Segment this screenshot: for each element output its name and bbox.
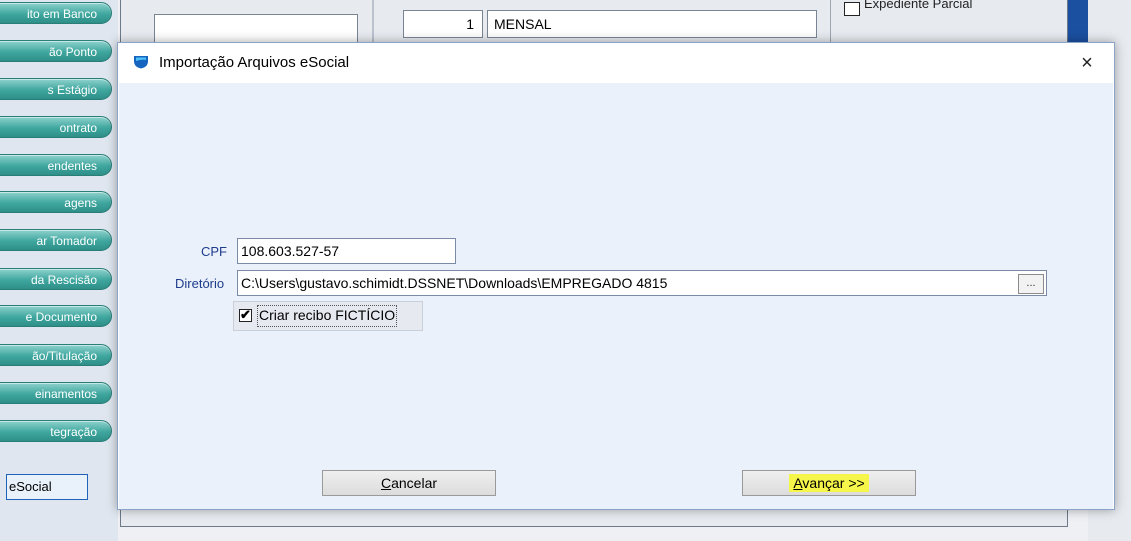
next-label: vançar >> bbox=[802, 475, 865, 491]
cancel-accelerator: C bbox=[380, 475, 392, 491]
cancel-button[interactable]: Cancelar bbox=[322, 470, 496, 496]
checkmark-icon: ✔ bbox=[240, 307, 251, 322]
fake-receipt-label[interactable]: Criar recibo FICTÍCIO bbox=[257, 305, 398, 327]
browse-button[interactable]: ... bbox=[1018, 274, 1044, 294]
sidebar-item[interactable]: ão/Titulação bbox=[0, 344, 112, 366]
background-field[interactable] bbox=[154, 14, 358, 44]
sidebar-item[interactable]: endentes bbox=[0, 154, 112, 176]
sidebar-item[interactable]: ão Ponto bbox=[0, 40, 112, 62]
background-divider bbox=[372, 0, 374, 45]
sidebar-item[interactable]: ontrato bbox=[0, 116, 112, 138]
next-highlight: Avançar >> bbox=[789, 474, 869, 492]
sidebar-item[interactable]: agens bbox=[0, 191, 112, 213]
dialog-titlebar[interactable]: Importação Arquivos eSocial × bbox=[118, 43, 1114, 83]
sidebar-item[interactable]: da Rescisão bbox=[0, 268, 112, 290]
sidebar-item[interactable]: tegração bbox=[0, 420, 112, 442]
sidebar-item-esocial[interactable]: eSocial bbox=[6, 474, 88, 500]
close-button[interactable]: × bbox=[1064, 45, 1110, 81]
background-number-field[interactable]: 1 bbox=[403, 10, 483, 38]
fake-receipt-checkbox-group[interactable]: ✔ Criar recibo FICTÍCIO bbox=[233, 301, 423, 331]
cpf-input[interactable]: 108.603.527-57 bbox=[237, 238, 456, 264]
directory-label: Diretório bbox=[175, 276, 225, 291]
fake-receipt-checkbox[interactable]: ✔ bbox=[239, 307, 252, 322]
sidebar-item[interactable]: einamentos bbox=[0, 382, 112, 404]
sidebar-item[interactable]: s Estágio bbox=[0, 78, 112, 100]
sidebar: ito em Banco ão Ponto s Estágio ontrato … bbox=[0, 0, 118, 541]
background-scroll-edge bbox=[1068, 0, 1088, 44]
background-periodicity-field[interactable]: MENSAL bbox=[487, 10, 817, 38]
next-button[interactable]: Avançar >> bbox=[742, 470, 916, 496]
sidebar-item[interactable]: ito em Banco bbox=[0, 2, 112, 24]
cpf-label: CPF bbox=[201, 244, 227, 259]
sidebar-item[interactable]: e Documento bbox=[0, 305, 112, 327]
import-dialog: Importação Arquivos eSocial × CPF 108.60… bbox=[117, 42, 1115, 510]
directory-input[interactable]: C:\Users\gustavo.schimidt.DSSNET\Downloa… bbox=[237, 270, 1047, 296]
dialog-body: CPF 108.603.527-57 Diretório C:\Users\gu… bbox=[119, 83, 1113, 509]
background-checkbox[interactable] bbox=[844, 2, 860, 16]
shield-icon bbox=[133, 55, 149, 69]
background-checkbox-label: Expediente Parcial bbox=[864, 0, 973, 11]
sidebar-item[interactable]: ar Tomador bbox=[0, 229, 112, 251]
dialog-title: Importação Arquivos eSocial bbox=[159, 54, 350, 71]
cancel-label: ancelar bbox=[391, 475, 438, 491]
close-icon: × bbox=[1081, 52, 1093, 74]
